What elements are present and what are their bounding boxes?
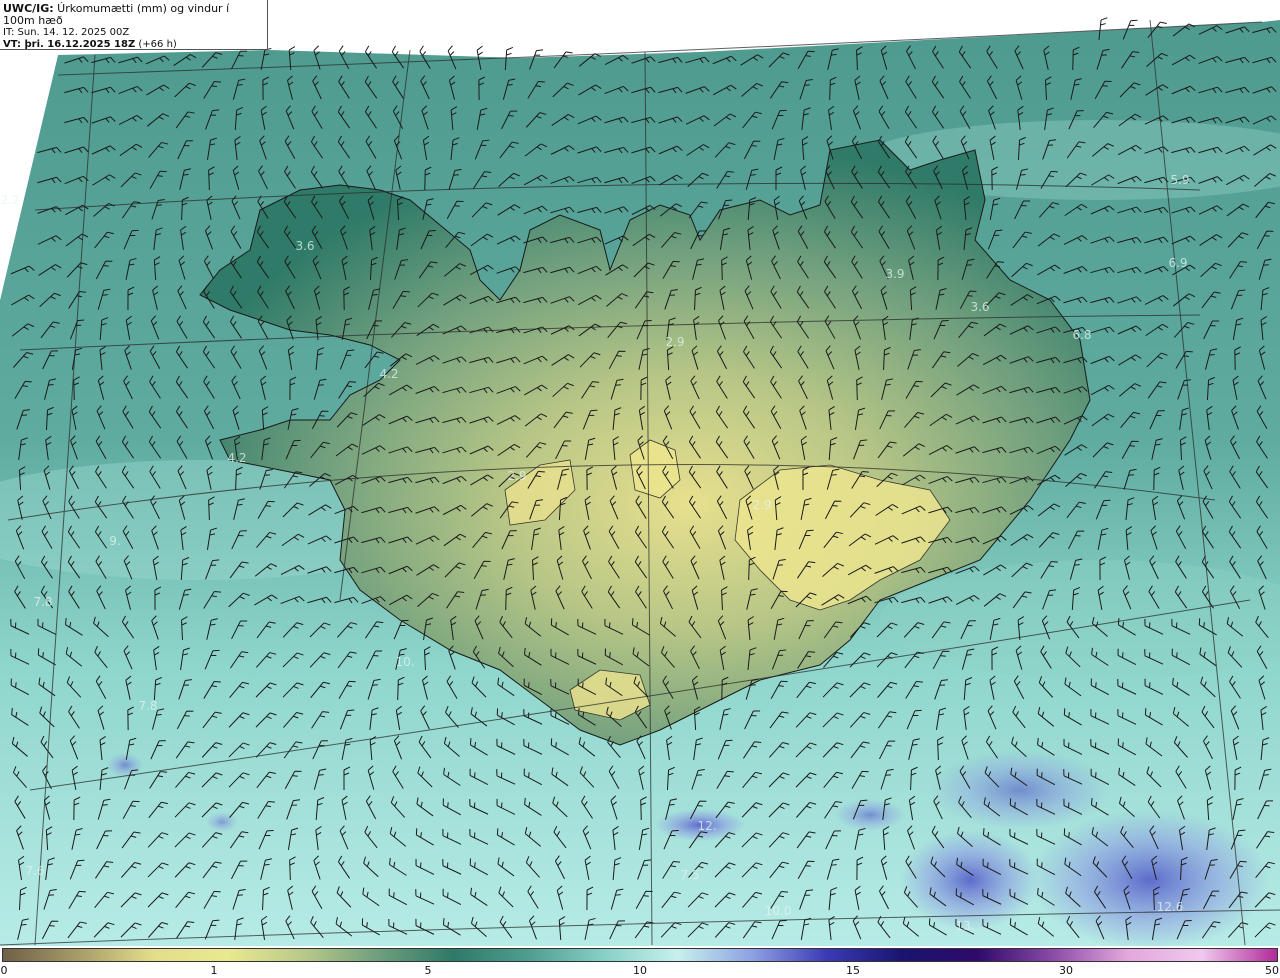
map-value-label: 3.6 [295,239,314,253]
colorbar-tick-15: 15 [846,964,860,977]
map-value-label: 3.6 [970,300,989,314]
colorbar-tick-5: 5 [424,964,432,977]
map-value-label: 10. [395,655,414,669]
weather-map: 3.6 3.9 3.6 5.9 6.9 6.8 2.9 4.2 4.2 2.2 9. 7.8 7.8 10… [0,0,1280,978]
map-value-label: 2.2 [0,193,19,207]
map-value-label: 13. [955,919,974,933]
colorbar-tick-0: 0 [0,964,8,977]
map-header: UWC/IG: Úrkomumætti (mm) og vindur í 100… [0,0,268,50]
map-value-label: 7.8 [33,595,52,609]
map-value-label: 3.9 [885,267,904,281]
colorbar-tick-10: 10 [633,964,647,977]
map-value-label: 7.8 [138,699,157,713]
colorbar-tick-50: 50 [1265,964,1279,977]
valid-time-value: VT: þri. 16.12.2025 18Z [3,39,136,50]
map-value-label: 4.2 [379,367,398,381]
map-value-label: 6.8 [1072,328,1091,342]
valid-time: VT: þri. 16.12.2025 18Z (+66 h) [3,39,264,51]
map-value-label: 12. [697,819,716,833]
map-value-label: 12.6 [1157,900,1184,914]
map-value-label: 5.9 [1170,173,1189,187]
map-value-label: 2.9 [507,469,526,483]
map-value-label: 9. [109,534,120,548]
map-value-label: 7.5 [680,868,699,882]
map-title: UWC/IG: Úrkomumætti (mm) og vindur í 100… [3,3,264,27]
map-value-label: 2.9 [752,498,771,512]
colorbar-tick-1: 1 [210,964,218,977]
map-value-label: 4.2 [227,451,246,465]
colorbar-strip [2,948,1278,962]
colorbar-tick-30: 30 [1059,964,1073,977]
value-labels: 3.6 3.9 3.6 5.9 6.9 6.8 2.9 4.2 4.2 2.2 9. 7.8 7.8 10… [0,173,1189,933]
map-value-label: 6.9 [1168,256,1187,270]
initial-time: IT: Sun. 14. 12. 2025 00Z [3,27,130,38]
forecast-hour: (+66 h) [135,39,177,50]
map-value-label: 10.0 [765,904,792,918]
map-value-label: 2.9 [665,335,684,349]
colorbar: 0 1 5 10 15 30 50 [0,948,1280,978]
map-value-label: 7.6 [25,864,44,878]
